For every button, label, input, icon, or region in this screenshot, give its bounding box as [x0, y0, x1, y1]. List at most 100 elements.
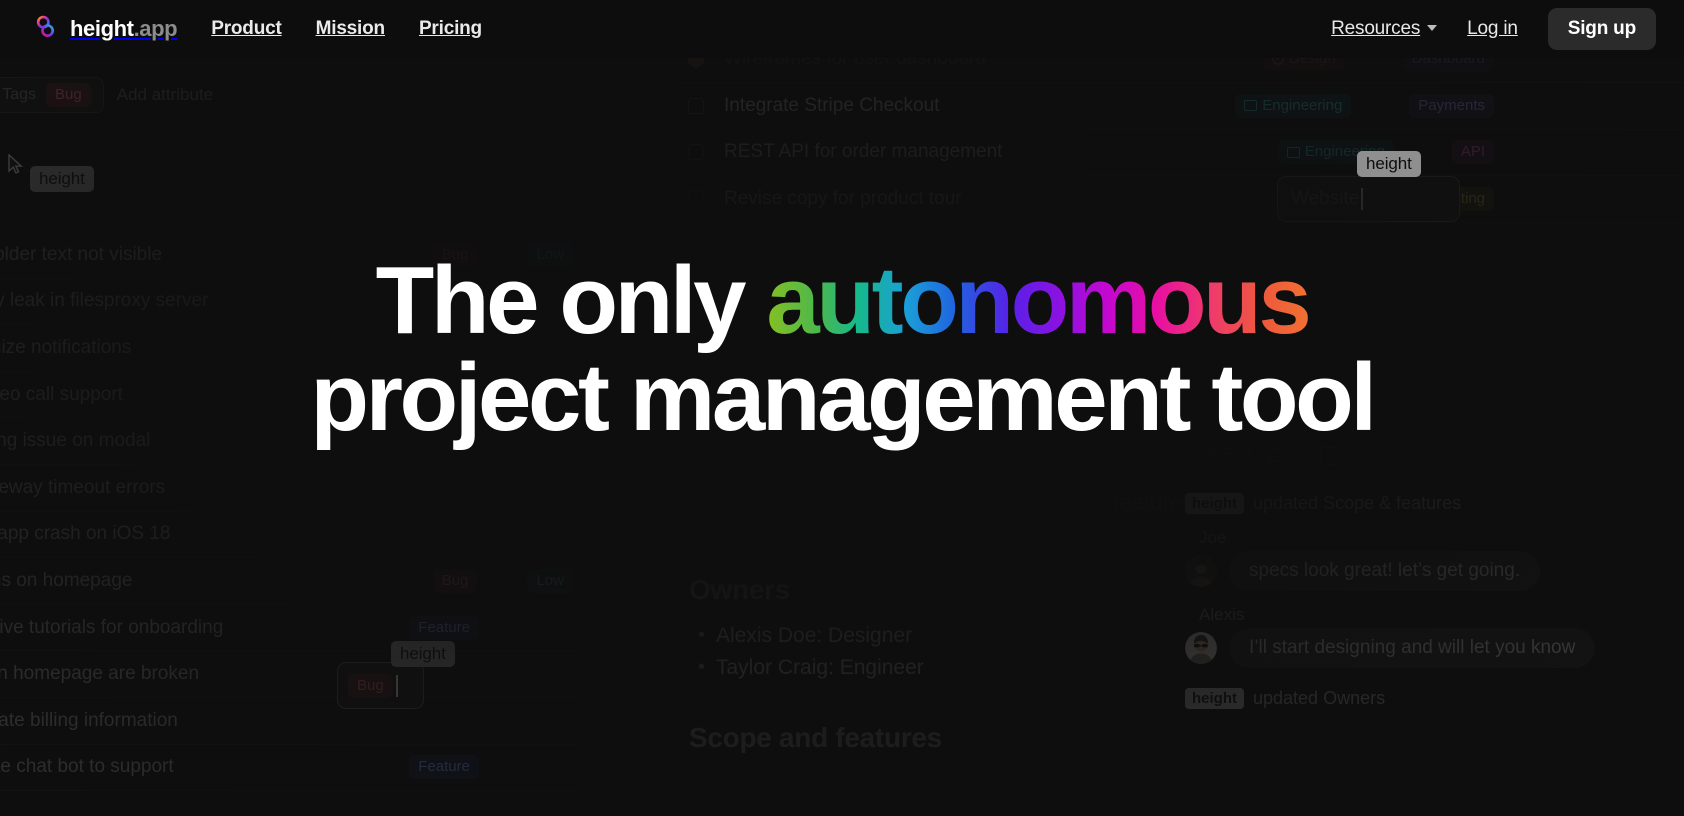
list-item: Taylor Craig: Engineer	[689, 651, 1209, 684]
team-pill-label: Engineering	[1262, 96, 1343, 114]
nav-menu-resources[interactable]: Resources	[1331, 18, 1438, 40]
text-caret	[1361, 188, 1364, 210]
website-input-tooltip-height: height	[1357, 151, 1421, 177]
add-attribute-button[interactable]: Add attribute	[117, 85, 213, 105]
height-agent-tag: height	[1185, 493, 1244, 514]
task-title: Fix icons on homepage	[0, 569, 133, 591]
tags-attribute-label: Tags	[2, 86, 37, 103]
row-title: Integrate Stripe Checkout	[724, 94, 940, 116]
tag-edit-tooltip-height: height	[391, 641, 455, 667]
list-item[interactable]: Memory leak in filesproxy server	[0, 279, 581, 326]
tag-pill-bug[interactable]: Bug	[46, 83, 91, 107]
list-item[interactable]: Icons on homepage are broken	[0, 651, 581, 698]
nav-link-product[interactable]: Product	[211, 18, 282, 40]
top-navbar: height.app Product Mission Pricing Resou…	[0, 0, 1684, 58]
task-title: Mobile app crash on iOS 18	[0, 523, 171, 545]
message-row: specs look great! let’s get going.	[1185, 551, 1684, 591]
tag-edit-input[interactable]: Bug	[337, 662, 424, 709]
tag-pill-feature[interactable]: Feature	[409, 615, 479, 640]
list-item[interactable]: Fix icons on homepage Bug Low	[0, 558, 581, 605]
table-row[interactable]: REST API for order management Engineerin…	[676, 130, 1684, 177]
activity-text: updated Owners	[1253, 688, 1386, 708]
task-id: T-36561	[1185, 445, 1255, 466]
list-item[interactable]: Flickering issue on modal	[0, 418, 581, 465]
table-row[interactable]	[676, 223, 1684, 270]
message-bubble: I’ll start designing and will let you kn…	[1229, 628, 1596, 668]
task-tags: Feature	[409, 615, 479, 640]
checkbox-icon[interactable]	[688, 97, 704, 114]
nav-link-mission[interactable]: Mission	[316, 18, 386, 40]
message-row: I’ll start designing and will let you kn…	[1185, 628, 1684, 668]
doc-faded-text: features.	[1113, 490, 1199, 515]
comment-count: 7	[1297, 445, 1309, 466]
task-meta-row: T-36561 7	[1185, 445, 1684, 467]
list-item[interactable]: API gateway timeout errors	[0, 465, 581, 512]
checkbox-icon[interactable]	[688, 191, 704, 208]
brand-name-tld: .app	[133, 16, 178, 41]
activity-text: updated Scope & features	[1253, 493, 1462, 513]
task-title: Icons on homepage are broken	[0, 663, 200, 685]
task-title: Customize notifications	[0, 336, 132, 358]
tag-pill-bug[interactable]: Bug	[432, 568, 478, 593]
row-title: REST API for order management	[724, 141, 1003, 163]
table-row[interactable]: Revise copy for product tour Marketing	[676, 176, 1684, 224]
nav-menu-resources-label: Resources	[1331, 18, 1421, 39]
nav-link-pricing[interactable]: Pricing	[419, 18, 482, 40]
list-item[interactable]: Integrate chat bot to support Feature	[0, 745, 581, 792]
scope-heading: Scope and features	[689, 722, 942, 753]
team-pill-engineering[interactable]: Engineering	[1235, 93, 1352, 118]
owners-heading: Owners	[689, 574, 790, 605]
task-title: Add video call support	[0, 383, 123, 405]
list-item[interactable]: Mobile app crash on iOS 18	[0, 512, 581, 559]
list-item[interactable]: Add video call support	[0, 372, 581, 419]
attachment-icon[interactable]	[1320, 447, 1343, 465]
code-icon	[1286, 146, 1300, 158]
tag-pill-bug[interactable]: Bug	[348, 673, 393, 698]
height-agent-tag: height	[1185, 688, 1244, 709]
task-title: Flickering issue on modal	[0, 430, 151, 452]
tag-pill-bug[interactable]: Bug	[432, 242, 478, 267]
checkbox-icon[interactable]	[688, 144, 704, 161]
list-item[interactable]: Inaccurate billing information	[0, 698, 581, 745]
code-icon	[1244, 100, 1258, 112]
tag-pill-low[interactable]: Low	[527, 242, 573, 267]
nav-left-group: height.app Product Mission Pricing	[30, 12, 482, 46]
tag-pill-low[interactable]: Low	[527, 568, 573, 593]
tags-attribute-chip[interactable]: Tags Bug	[0, 77, 104, 113]
activity-system-item: height updated Owners	[1185, 688, 1684, 709]
chevron-down-icon	[1427, 25, 1438, 31]
website-input[interactable]: Website	[1277, 176, 1460, 222]
table-row[interactable]: Integrate Stripe Checkout Engineering Pa…	[676, 83, 1684, 130]
task-tags: Feature	[409, 755, 479, 780]
signup-button[interactable]: Sign up	[1547, 8, 1656, 50]
tag-pill-feature[interactable]: Feature	[409, 755, 479, 780]
list-item[interactable]: Customize notifications	[0, 325, 581, 372]
task-tags: Bug Low	[432, 568, 573, 593]
brand-name: height.app	[70, 16, 178, 42]
task-title: API gateway timeout errors	[0, 476, 166, 498]
background-app-mock: re Tags Bug Add attribute height Placeho…	[0, 0, 1684, 816]
height-logo-icon	[30, 12, 59, 46]
left-task-list: Placeholder text not visible Bug Low Mem…	[0, 232, 581, 792]
checklist-pane: Wireframes for user dashboard Design Das…	[676, 36, 1684, 270]
cursor-tooltip-height: height	[30, 166, 94, 192]
row-tags: Engineering Payments	[1235, 93, 1494, 118]
message-author: Alexis	[1199, 605, 1245, 624]
checkbox-icon[interactable]	[688, 238, 704, 255]
comment-icon	[1267, 448, 1286, 464]
task-title: Integrate chat bot to support	[0, 756, 174, 778]
task-title: Placeholder text not visible	[0, 243, 163, 265]
project-pill[interactable]: Payments	[1409, 93, 1494, 118]
list-item[interactable]: Placeholder text not visible Bug Low	[0, 232, 581, 279]
mouse-cursor-icon	[8, 154, 24, 174]
nav-link-login[interactable]: Log in	[1467, 18, 1518, 40]
task-title: Interactive tutorials for onboarding	[0, 616, 224, 638]
brand-logo-link[interactable]: height.app	[30, 12, 178, 46]
task-tags: Bug Low	[432, 242, 573, 267]
project-pill[interactable]: API	[1451, 140, 1494, 165]
message-bubble: specs look great! let’s get going.	[1229, 551, 1541, 591]
document-pane: features. Owners Alexis Doe: Designer Ta…	[689, 490, 1209, 754]
list-item[interactable]: Interactive tutorials for onboarding Fea…	[0, 605, 581, 652]
attribute-bar: re Tags Bug Add attribute	[0, 77, 213, 113]
brand-name-main: height	[70, 16, 134, 41]
